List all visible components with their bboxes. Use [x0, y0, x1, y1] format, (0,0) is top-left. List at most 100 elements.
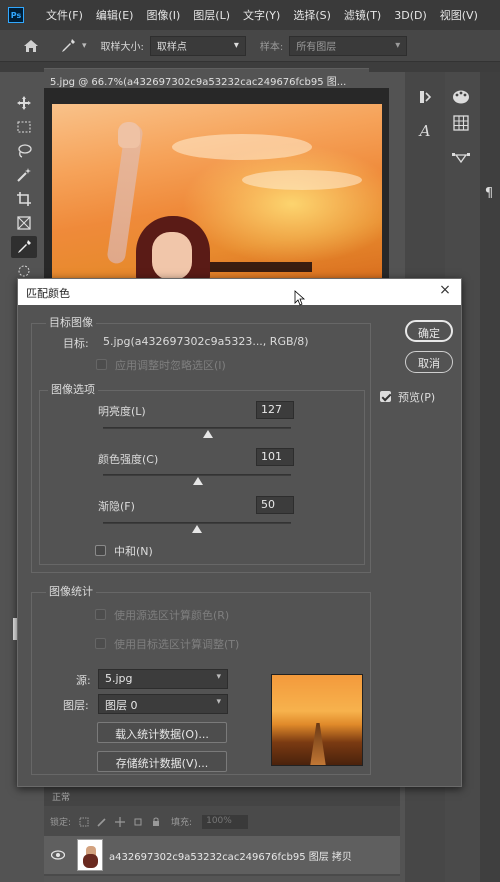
source-value: 5.jpg: [105, 672, 133, 685]
lock-artboard-icon[interactable]: [133, 817, 143, 827]
color-palette-icon[interactable]: [450, 86, 472, 108]
lock-brush-icon[interactable]: [97, 817, 107, 827]
panel-dock-3: ¶: [480, 72, 500, 882]
cloud: [242, 170, 362, 190]
match-color-dialog: 匹配颜色 × 目标图像 目标: 5.jpg(a432697302c9a5323.…: [17, 278, 462, 787]
save-statistics-button[interactable]: 存储统计数据(V)...: [97, 751, 227, 772]
character-panel-icon[interactable]: A: [414, 120, 436, 142]
ignore-selection-label: 应用调整时忽略选区(I): [115, 359, 226, 372]
move-tool-icon[interactable]: [11, 92, 37, 114]
blend-mode[interactable]: 正常: [44, 786, 400, 806]
cancel-button[interactable]: 取消: [405, 351, 453, 373]
image-statistics-title: 图像统计: [46, 583, 96, 599]
layer-label: 图层:: [63, 699, 89, 712]
swatches-grid-icon[interactable]: [450, 112, 472, 134]
magic-wand-tool-icon[interactable]: [11, 164, 37, 186]
menu-image[interactable]: 图像(I): [146, 7, 180, 23]
lasso-tool-icon[interactable]: [11, 140, 37, 162]
chevron-down-icon: ▾: [395, 40, 401, 51]
layer-row[interactable]: a432697302c9a53232cac249676fcb95 图层 拷贝: [44, 836, 400, 874]
fill-label: 填充:: [171, 818, 193, 828]
menu-file[interactable]: 文件(F): [46, 7, 83, 23]
sunset-glow: [182, 144, 382, 264]
target-value: 5.jpg(a432697302c9a5323..., RGB/8): [103, 335, 309, 348]
fade-slider-thumb[interactable]: [192, 525, 202, 533]
menu-3d[interactable]: 3D(D): [394, 9, 427, 22]
menu-view[interactable]: 视图(V): [440, 7, 478, 23]
eyedropper-tool-icon[interactable]: [11, 236, 37, 258]
sample-size-select[interactable]: 取样点 ▾: [149, 35, 246, 56]
ignore-selection-checkbox[interactable]: [96, 359, 107, 370]
lock-row: 锁定: 填充: 100%: [44, 808, 400, 830]
lock-all-icon[interactable]: [151, 817, 161, 827]
layer-value: 图层 0: [105, 699, 138, 712]
pier-silhouette: [310, 723, 326, 765]
neutralize-label: 中和(N): [114, 545, 153, 558]
mouse-cursor-icon: [294, 290, 306, 306]
luminance-label: 明亮度(L): [98, 405, 146, 418]
menu-bar: Ps 文件(F) 编辑(E) 图像(I) 图层(L) 文字(Y) 选择(S) 滤…: [0, 0, 500, 30]
layer-select[interactable]: 图层 0 ▾: [98, 694, 228, 714]
luminance-slider-track[interactable]: [103, 427, 291, 429]
color-intensity-input[interactable]: 101: [256, 448, 294, 466]
fade-label: 渐隐(F): [98, 500, 135, 513]
image-options-title: 图像选项: [48, 381, 98, 397]
color-intensity-slider-track[interactable]: [103, 474, 291, 476]
document-tab-title: 5.jpg @ 66.7%(a432697302c9a53232cac24967…: [50, 77, 347, 88]
preview-label: 预览(P): [398, 391, 436, 404]
layers-panel: 正常 锁定: 填充: 100% a432697302c9a53232cac249…: [44, 785, 400, 882]
use-selection-target-checkbox[interactable]: [95, 638, 106, 649]
source-select[interactable]: 5.jpg ▾: [98, 669, 228, 689]
menu-filter[interactable]: 滤镜(T): [344, 7, 381, 23]
sample-label: 样本:: [259, 42, 284, 53]
frame-tool-icon[interactable]: [11, 212, 37, 234]
eyedropper-tool-icon[interactable]: [60, 38, 76, 54]
document-tab[interactable]: 5.jpg @ 66.7%(a432697302c9a53232cac24967…: [44, 68, 369, 88]
dialog-title: 匹配颜色: [26, 287, 70, 300]
lock-move-icon[interactable]: [115, 816, 126, 827]
luminance-input[interactable]: 127: [256, 401, 294, 419]
eye-visibility-icon[interactable]: [51, 850, 65, 860]
dialog-titlebar[interactable]: 匹配颜色 ×: [18, 279, 461, 305]
woman-face: [152, 232, 192, 280]
close-icon[interactable]: ×: [437, 282, 453, 300]
fade-input[interactable]: 50: [256, 496, 294, 514]
menu-type[interactable]: 文字(Y): [243, 7, 280, 23]
color-intensity-slider-thumb[interactable]: [192, 477, 203, 485]
source-label: 源:: [76, 674, 91, 687]
boat-silhouette: [202, 262, 312, 272]
document-photo[interactable]: [52, 104, 382, 280]
menu-select[interactable]: 选择(S): [293, 7, 331, 23]
crop-tool-icon[interactable]: [11, 188, 37, 210]
history-panel-icon[interactable]: [414, 86, 436, 108]
fill-input[interactable]: 100%: [202, 814, 249, 829]
target-label: 目标:: [63, 337, 89, 350]
sample-select[interactable]: 所有图层 ▾: [289, 35, 408, 56]
load-statistics-button[interactable]: 载入统计数据(O)...: [97, 722, 227, 743]
layer-name: a432697302c9a53232cac249676fcb95 图层 拷贝: [109, 851, 352, 863]
lock-pixels-icon[interactable]: [79, 817, 89, 827]
menu-layer[interactable]: 图层(L): [193, 7, 230, 23]
layer-thumbnail: [77, 839, 103, 871]
cloud: [172, 134, 312, 160]
chevron-down-icon: ▾: [216, 672, 221, 682]
luminance-slider-thumb[interactable]: [203, 430, 214, 438]
use-selection-source-checkbox[interactable]: [95, 609, 106, 620]
paths-panel-icon[interactable]: [450, 146, 472, 168]
layer-row-partial[interactable]: [44, 876, 400, 882]
sample-size-value: 取样点: [156, 42, 187, 53]
chevron-down-icon: ▾: [216, 697, 221, 707]
preview-checkbox[interactable]: [380, 391, 391, 402]
ok-button[interactable]: 确定: [405, 320, 453, 342]
use-selection-source-label: 使用源选区计算颜色(R): [114, 609, 230, 622]
home-icon[interactable]: [22, 37, 40, 55]
fade-slider-track[interactable]: [103, 522, 291, 524]
paragraph-panel-icon[interactable]: ¶: [478, 182, 500, 204]
ps-logo-icon[interactable]: Ps: [8, 7, 24, 23]
menu-edit[interactable]: 编辑(E): [96, 7, 134, 23]
chevron-down-icon: ▾: [233, 40, 239, 51]
source-preview-thumbnail: [271, 674, 363, 766]
neutralize-checkbox[interactable]: [95, 545, 106, 556]
marquee-tool-icon[interactable]: [11, 116, 37, 138]
chevron-down-icon[interactable]: ▾: [82, 41, 87, 51]
